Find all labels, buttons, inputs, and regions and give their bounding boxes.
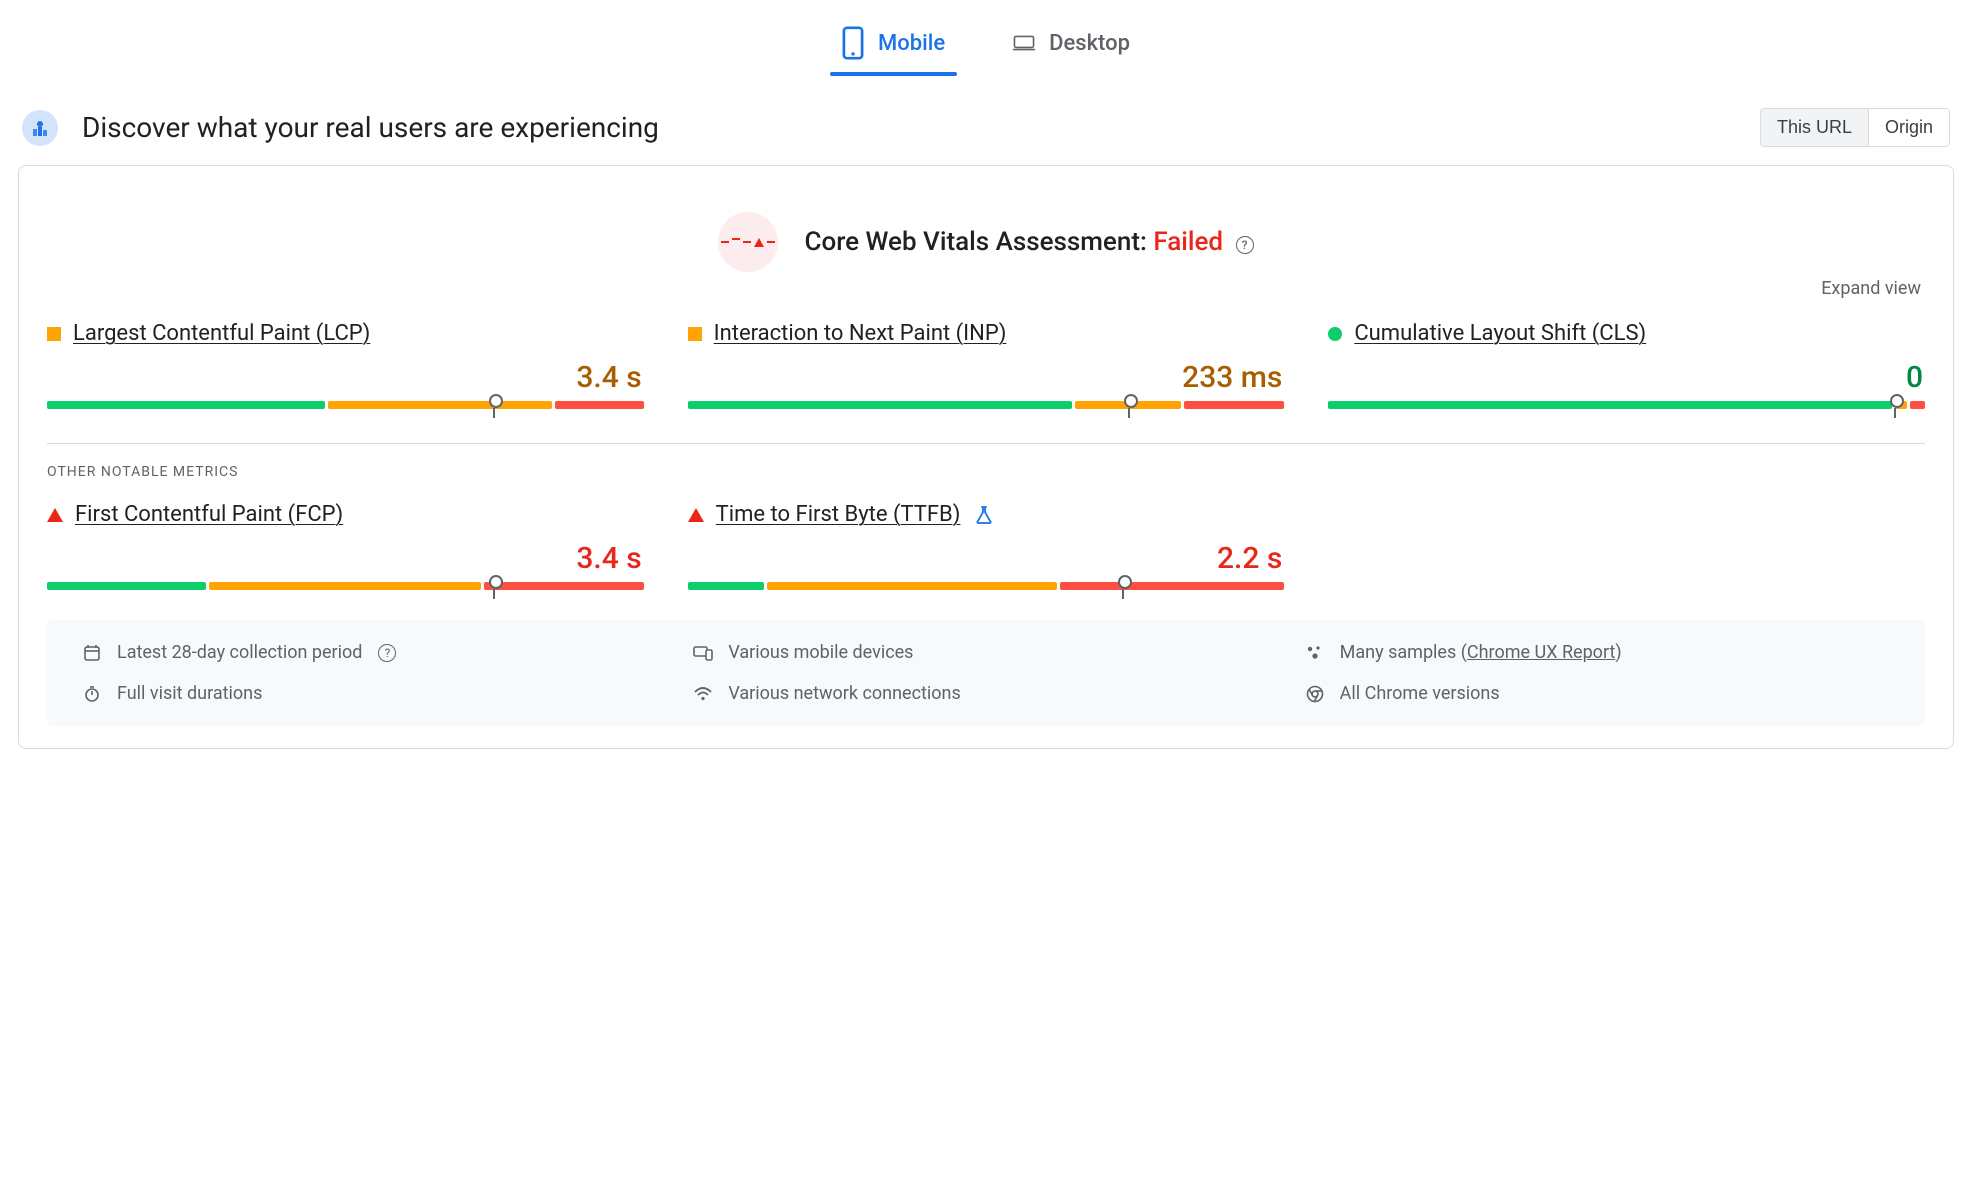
- calendar-icon: [81, 644, 103, 662]
- devices-icon: [692, 645, 714, 661]
- assessment-label: Core Web Vitals Assessment:: [804, 227, 1153, 257]
- metric-ttfb-name: Time to First Byte (TTFB): [716, 502, 961, 527]
- device-tabs: Mobile Desktop: [18, 10, 1954, 74]
- triangle-poor-icon: [688, 508, 704, 522]
- metric-lcp-value: 3.4 s: [47, 360, 644, 395]
- chrome-icon: [1304, 685, 1326, 703]
- info-network: Various network connections: [692, 683, 1279, 704]
- expand-view-link[interactable]: Expand view: [51, 278, 1921, 299]
- info-devices: Various mobile devices: [692, 642, 1279, 663]
- info-samples-pre: Many samples (: [1340, 642, 1467, 663]
- metric-ttfb[interactable]: Time to First Byte (TTFB) 2.2 s: [688, 502, 1285, 590]
- info-versions: All Chrome versions: [1304, 683, 1891, 704]
- triangle-poor-icon: [47, 508, 63, 522]
- info-period: Latest 28-day collection period ?: [81, 642, 668, 663]
- divider: [47, 443, 1925, 444]
- scope-toggle: This URL Origin: [1760, 108, 1950, 147]
- square-warn-icon: [47, 327, 61, 341]
- metric-ttfb-value: 2.2 s: [688, 541, 1285, 576]
- header: Discover what your real users are experi…: [22, 108, 1950, 147]
- help-icon[interactable]: ?: [378, 644, 396, 662]
- metric-fcp-value: 3.4 s: [47, 541, 644, 576]
- desktop-icon: [1013, 30, 1035, 56]
- metric-lcp-bar: [47, 401, 644, 409]
- metric-fcp-name: First Contentful Paint (FCP): [75, 502, 343, 527]
- info-durations: Full visit durations: [81, 683, 668, 704]
- help-icon[interactable]: ?: [1236, 236, 1254, 254]
- assessment-row: Core Web Vitals Assessment: Failed ?: [47, 212, 1925, 272]
- users-icon: [22, 110, 58, 146]
- page-title: Discover what your real users are experi…: [82, 111, 659, 144]
- metric-inp-value: 233 ms: [688, 360, 1285, 395]
- metric-fcp-bar: [47, 582, 644, 590]
- data-source-info: Latest 28-day collection period ? Variou…: [47, 620, 1925, 726]
- square-warn-icon: [688, 327, 702, 341]
- metric-lcp[interactable]: Largest Contentful Paint (LCP) 3.4 s: [47, 321, 644, 409]
- tab-desktop[interactable]: Desktop: [1007, 16, 1136, 74]
- metric-cls-value: 0: [1328, 360, 1925, 395]
- experimental-flask-icon: [976, 506, 992, 524]
- info-network-text: Various network connections: [728, 683, 960, 704]
- tab-mobile-label: Mobile: [878, 31, 945, 56]
- info-period-text: Latest 28-day collection period: [117, 642, 362, 663]
- tab-mobile[interactable]: Mobile: [836, 16, 951, 74]
- assessment-status: Failed: [1153, 227, 1223, 257]
- metric-inp-name: Interaction to Next Paint (INP): [714, 321, 1007, 346]
- metric-cls-name: Cumulative Layout Shift (CLS): [1354, 321, 1646, 346]
- metric-inp[interactable]: Interaction to Next Paint (INP) 233 ms: [688, 321, 1285, 409]
- mobile-icon: [842, 26, 864, 60]
- metric-cls[interactable]: Cumulative Layout Shift (CLS) 0: [1328, 321, 1925, 409]
- scatter-icon: [1304, 644, 1326, 662]
- metric-cls-bar: [1328, 401, 1925, 409]
- pulse-icon: [718, 212, 778, 272]
- other-metrics: First Contentful Paint (FCP) 3.4 s Time …: [47, 502, 1925, 590]
- assessment-text: Core Web Vitals Assessment: Failed ?: [804, 227, 1253, 257]
- scope-origin[interactable]: Origin: [1868, 109, 1949, 146]
- metric-ttfb-bar: [688, 582, 1285, 590]
- scope-this-url[interactable]: This URL: [1761, 109, 1868, 146]
- info-durations-text: Full visit durations: [117, 683, 262, 704]
- other-metrics-label: OTHER NOTABLE METRICS: [47, 464, 1925, 480]
- core-metrics: Largest Contentful Paint (LCP) 3.4 s Int…: [47, 321, 1925, 409]
- info-versions-text: All Chrome versions: [1340, 683, 1500, 704]
- metric-fcp[interactable]: First Contentful Paint (FCP) 3.4 s: [47, 502, 644, 590]
- tab-desktop-label: Desktop: [1049, 31, 1130, 56]
- vitals-card: Core Web Vitals Assessment: Failed ? Exp…: [18, 165, 1954, 749]
- wifi-icon: [692, 686, 714, 702]
- crux-report-link[interactable]: Chrome UX Report: [1467, 642, 1615, 663]
- info-devices-text: Various mobile devices: [728, 642, 913, 663]
- circle-good-icon: [1328, 327, 1342, 341]
- info-samples: Many samples (Chrome UX Report): [1304, 642, 1891, 663]
- info-samples-post: ): [1615, 642, 1621, 663]
- stopwatch-icon: [81, 685, 103, 703]
- metric-inp-bar: [688, 401, 1285, 409]
- metric-lcp-name: Largest Contentful Paint (LCP): [73, 321, 370, 346]
